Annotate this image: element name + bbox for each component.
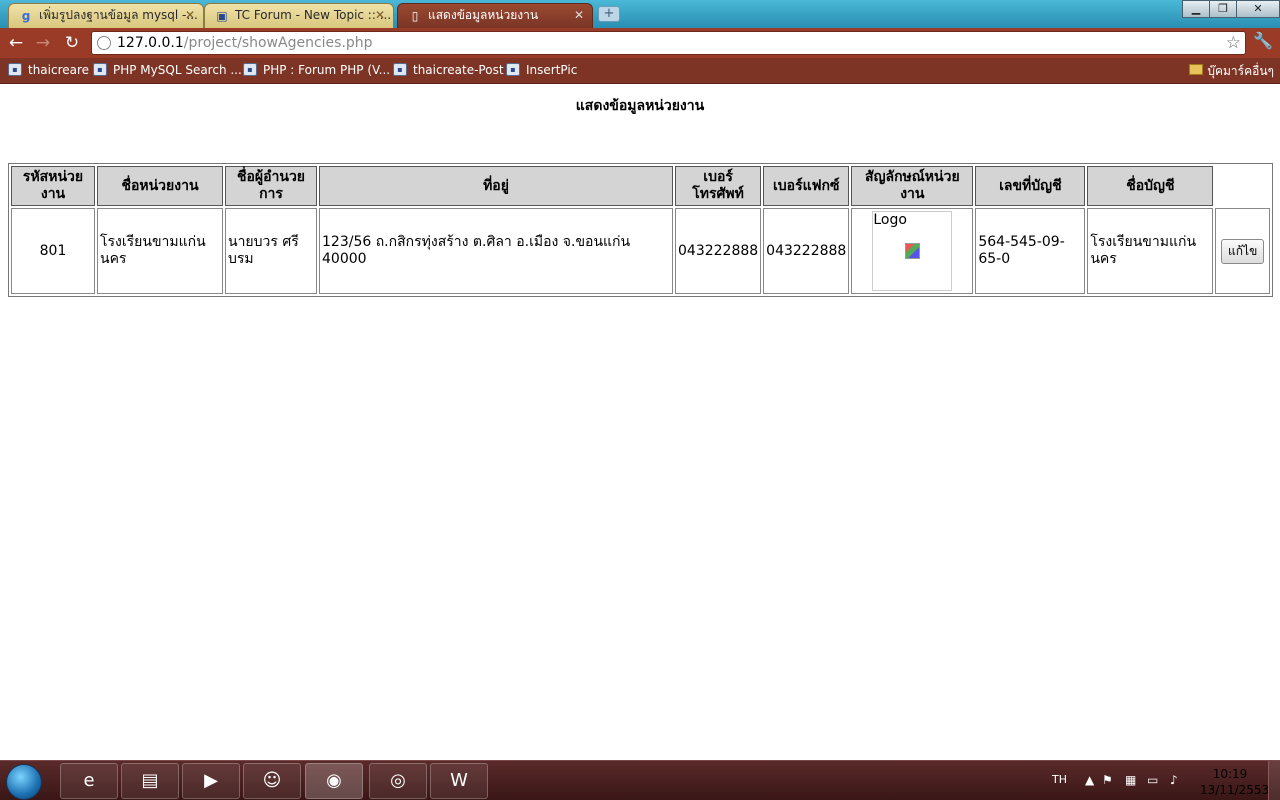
bookmark-page-icon: ▪ xyxy=(393,63,407,76)
people-app-icon[interactable]: ☺ xyxy=(243,763,301,799)
bookmark-page-icon: ▪ xyxy=(243,63,257,76)
cell-edit: แก้ไข xyxy=(1215,208,1270,294)
minimize-button[interactable]: ▁ xyxy=(1182,0,1210,18)
header-address: ที่อยู่ xyxy=(319,166,673,206)
action-center-flag-icon[interactable]: ⚑ xyxy=(1102,773,1113,787)
forward-arrow-icon[interactable]: → xyxy=(32,33,54,53)
globe-icon xyxy=(97,36,111,50)
close-tab-icon[interactable]: ✕ xyxy=(185,4,195,26)
header-account-no: เลขที่บัญชี xyxy=(975,166,1086,206)
header-fax: เบอร์แฟกซ์ xyxy=(763,166,850,206)
internet-explorer-icon[interactable]: e xyxy=(60,763,118,799)
cell-logo: Logo xyxy=(851,208,974,294)
header-agency-name: ชื่อหน่วยงาน xyxy=(97,166,223,206)
bookmark-page-icon: ▪ xyxy=(8,63,22,76)
tab-1[interactable]: g เพิ่มรูปลงฐานข้อมูล mysql -... ✕ xyxy=(8,3,204,28)
page-content: แสดงข้อมูลหน่วยงาน รหัสหน่วยงาน ชื่อหน่ว… xyxy=(0,85,1280,760)
agencies-table: รหัสหน่วยงาน ชื่อหน่วยงาน ชื่อผู้อำนวยกา… xyxy=(8,163,1273,297)
bookmark-item[interactable]: ▪ thaicreare xyxy=(8,62,89,78)
cell-account-name: โรงเรียนขามแก่นนคร xyxy=(1087,208,1214,294)
cell-phone: 043222888 xyxy=(675,208,762,294)
header-logo: สัญลักษณ์หน่วยงาน xyxy=(851,166,974,206)
header-empty xyxy=(1215,166,1270,206)
clock-time[interactable]: 10:19 xyxy=(1200,767,1260,781)
tab-title: TC Forum - New Topic :: ... xyxy=(235,8,392,22)
close-tab-icon[interactable]: ✕ xyxy=(574,4,584,26)
bookmarks-bar: ▪ thaicreare ▪ PHP MySQL Search ... ▪ PHP :… xyxy=(0,58,1280,84)
volume-icon[interactable]: ♪ xyxy=(1170,773,1178,787)
language-indicator[interactable]: TH xyxy=(1052,773,1067,786)
browser-titlebar: g เพิ่มรูปลงฐานข้อมูล mysql -... ✕ ▣ TC … xyxy=(0,0,1280,28)
folder-icon xyxy=(1189,64,1204,75)
url-host: 127.0.0.1 xyxy=(117,35,184,51)
media-player-icon[interactable]: ▶ xyxy=(182,763,240,799)
tab-title: เพิ่มรูปลงฐานข้อมูล mysql -... xyxy=(39,8,198,22)
logo-alt-text: Logo xyxy=(873,212,907,228)
bookmark-item[interactable]: ▪ InsertPic xyxy=(506,62,577,78)
clock-date[interactable]: 13/11/2553 xyxy=(1200,783,1269,797)
table-header-row: รหัสหน่วยงาน ชื่อหน่วยงาน ชื่อผู้อำนวยกา… xyxy=(11,166,1270,206)
tab-2[interactable]: ▣ TC Forum - New Topic :: ... ✕ xyxy=(204,3,394,28)
tab-title: แสดงข้อมูลหน่วยงาน xyxy=(428,8,539,22)
windows-taskbar: e ▤ ▶ ☺ ◉ ◎ W TH ▲ ⚑ ▦ ▭ ♪ 10:19 13/11/2… xyxy=(0,760,1280,800)
header-phone: เบอร์โทรศัพท์ xyxy=(675,166,762,206)
back-arrow-icon[interactable]: ← xyxy=(5,33,27,53)
show-hidden-icons-icon[interactable]: ▲ xyxy=(1085,773,1094,787)
agency-logo-image: Logo xyxy=(872,211,953,291)
header-account-name: ชื่อบัญชี xyxy=(1087,166,1214,206)
site-icon: ▣ xyxy=(216,9,228,23)
header-director: ชื่อผู้อำนวยการ xyxy=(225,166,317,206)
edit-button[interactable]: แก้ไข xyxy=(1221,238,1265,264)
bookmark-page-icon: ▪ xyxy=(506,63,520,76)
bookmark-item[interactable]: ▪ PHP : Forum PHP (V... xyxy=(243,62,390,78)
bookmark-item[interactable]: ▪ thaicreate-Post xyxy=(393,62,504,78)
close-window-button[interactable]: ✕ xyxy=(1236,0,1280,18)
cell-agency-code: 801 xyxy=(11,208,95,294)
chrome-icon[interactable]: ◉ xyxy=(305,763,363,799)
reload-icon[interactable]: ↻ xyxy=(61,33,83,53)
new-tab-button[interactable]: + xyxy=(598,6,620,22)
header-agency-code: รหัสหน่วยงาน xyxy=(11,166,95,206)
cell-agency-name: โรงเรียนขามแก่นนคร xyxy=(97,208,223,294)
cell-account-no: 564-545-09-65-0 xyxy=(975,208,1086,294)
cell-address: 123/56 ถ.กสิกรทุ่งสร้าง ต.ศิลา อ.เมือง จ… xyxy=(319,208,673,294)
cell-fax: 043222888 xyxy=(763,208,850,294)
network-icon[interactable]: ▭ xyxy=(1147,773,1158,787)
close-tab-icon[interactable]: ✕ xyxy=(375,4,385,26)
show-desktop-button[interactable] xyxy=(1268,761,1280,800)
page-title: แสดงข้อมูลหน่วยงาน xyxy=(575,98,705,114)
bookmark-star-icon[interactable]: ☆ xyxy=(1226,32,1241,54)
table-row: 801 โรงเรียนขามแก่นนคร นายบวร ศรีบรม 123… xyxy=(11,208,1270,294)
bookmark-page-icon: ▪ xyxy=(93,63,107,76)
google-icon: g xyxy=(21,9,31,23)
address-bar[interactable]: 127.0.0.1/project/showAgencies.php ☆ xyxy=(91,31,1246,55)
bookmark-item[interactable]: ▪ PHP MySQL Search ... xyxy=(93,62,242,78)
other-bookmarks[interactable]: บุ๊คมาร์คอื่นๆ xyxy=(1189,62,1274,81)
usb-icon[interactable]: ▦ xyxy=(1125,773,1136,787)
file-explorer-icon[interactable]: ▤ xyxy=(121,763,179,799)
broken-image-icon xyxy=(905,243,921,259)
url-path: /project/showAgencies.php xyxy=(183,35,373,51)
start-button[interactable] xyxy=(6,764,42,800)
cell-director: นายบวร ศรีบรม xyxy=(225,208,317,294)
word-icon[interactable]: W xyxy=(430,763,488,799)
maximize-button[interactable]: ❐ xyxy=(1209,0,1237,18)
wrench-icon[interactable]: 🔧 xyxy=(1253,31,1273,50)
page-icon: ▯ xyxy=(411,9,419,23)
tab-3[interactable]: ▯ แสดงข้อมูลหน่วยงาน ✕ xyxy=(397,3,593,28)
dreamweaver-icon[interactable]: ◎ xyxy=(369,763,427,799)
